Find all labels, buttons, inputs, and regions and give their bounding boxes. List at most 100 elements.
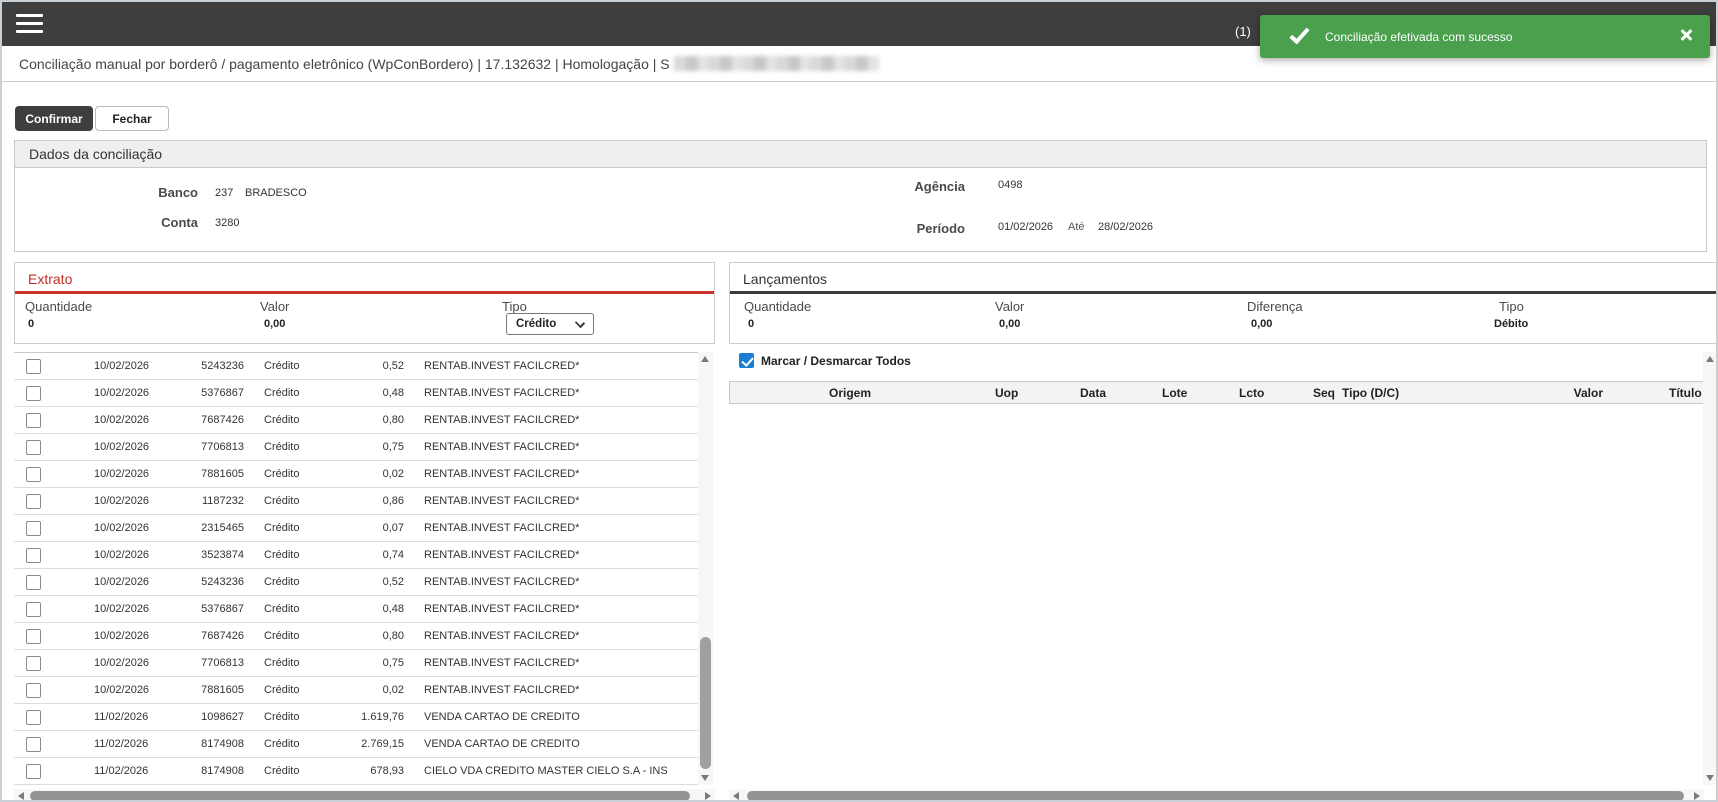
extrato-row-date: 10/02/2026: [94, 353, 179, 380]
lanc-diferenca-value: 0,00: [1251, 318, 1272, 330]
extrato-row-valor: 0,48: [339, 380, 404, 407]
extrato-row-doc: 1187232: [179, 488, 244, 515]
scroll-left-icon[interactable]: [733, 792, 739, 800]
extrato-row-check-cell: [14, 542, 94, 569]
row-checkbox[interactable]: [26, 521, 41, 536]
extrato-vscroll-thumb[interactable]: [700, 637, 711, 769]
row-checkbox[interactable]: [26, 494, 41, 509]
extrato-row-valor: 0,52: [339, 569, 404, 596]
scroll-right-icon[interactable]: [705, 792, 711, 800]
row-checkbox[interactable]: [26, 710, 41, 725]
scroll-right-icon[interactable]: [1694, 792, 1700, 800]
extrato-row-date: 10/02/2026: [94, 596, 179, 623]
col-origem: Origem: [829, 386, 871, 400]
extrato-row-tipo: Crédito: [244, 407, 339, 434]
extrato-row-tipo: Crédito: [244, 434, 339, 461]
col-seq: Seq: [1313, 386, 1335, 400]
extrato-row-tipo: Crédito: [244, 623, 339, 650]
lancamentos-horizontal-scrollbar[interactable]: [729, 789, 1704, 802]
conciliation-section-title: Dados da conciliação: [15, 141, 1706, 168]
extrato-horizontal-scrollbar[interactable]: [14, 789, 715, 802]
col-data: Data: [1080, 386, 1106, 400]
extrato-vertical-scrollbar[interactable]: [698, 352, 713, 785]
scroll-down-icon[interactable]: [701, 775, 709, 781]
extrato-row-tipo: Crédito: [244, 542, 339, 569]
extrato-row-check-cell: [14, 461, 94, 488]
extrato-row-date: 11/02/2026: [94, 704, 179, 731]
extrato-row-desc: VENDA CARTAO DE CREDITO: [404, 704, 698, 731]
extrato-row-doc: 7881605: [179, 461, 244, 488]
extrato-row[interactable]: 10/02/2026 7881605 Crédito 0,02 RENTAB.I…: [14, 461, 698, 488]
row-checkbox[interactable]: [26, 629, 41, 644]
extrato-row[interactable]: 10/02/2026 5243236 Crédito 0,52 RENTAB.I…: [14, 569, 698, 596]
close-icon[interactable]: [1678, 27, 1694, 43]
extrato-row-date: 10/02/2026: [94, 434, 179, 461]
hamburger-menu-icon[interactable]: [16, 14, 43, 38]
row-checkbox[interactable]: [26, 359, 41, 374]
extrato-row-check-cell: [14, 515, 94, 542]
scroll-up-icon[interactable]: [701, 356, 709, 362]
extrato-row-desc: CIELO VDA CREDITO MASTER CIELO S.A - INS: [404, 758, 698, 785]
lanc-diferenca-label: Diferença: [1247, 299, 1303, 314]
extrato-row-check-cell: [14, 434, 94, 461]
extrato-row-desc: RENTAB.INVEST FACILCRED*: [404, 353, 698, 380]
banco-code: 237: [215, 187, 233, 199]
extrato-row-valor: 0,75: [339, 434, 404, 461]
extrato-row[interactable]: 11/02/2026 8174908 Crédito 2.769,15 VEND…: [14, 731, 698, 758]
extrato-hscroll-thumb[interactable]: [30, 791, 690, 801]
row-checkbox[interactable]: [26, 602, 41, 617]
row-checkbox[interactable]: [26, 386, 41, 401]
row-checkbox[interactable]: [26, 467, 41, 482]
lancamentos-hscroll-thumb[interactable]: [747, 791, 1684, 801]
extrato-row-check-cell: [14, 704, 94, 731]
row-checkbox[interactable]: [26, 656, 41, 671]
extrato-row-check-cell: [14, 650, 94, 677]
extrato-row[interactable]: 10/02/2026 7706813 Crédito 0,75 RENTAB.I…: [14, 434, 698, 461]
lanc-quantidade-label: Quantidade: [744, 299, 811, 314]
extrato-row[interactable]: 10/02/2026 7706813 Crédito 0,75 RENTAB.I…: [14, 650, 698, 677]
row-checkbox[interactable]: [26, 575, 41, 590]
extrato-row[interactable]: 10/02/2026 1187232 Crédito 0,86 RENTAB.I…: [14, 488, 698, 515]
extrato-row[interactable]: 10/02/2026 5243236 Crédito 0,52 RENTAB.I…: [14, 353, 698, 380]
tipo-select[interactable]: Crédito: [506, 313, 594, 335]
extrato-row-doc: 3523874: [179, 542, 244, 569]
extrato-valor-value: 0,00: [264, 318, 285, 330]
row-checkbox[interactable]: [26, 737, 41, 752]
confirm-button[interactable]: Confirmar: [15, 106, 93, 131]
row-checkbox[interactable]: [26, 413, 41, 428]
row-checkbox[interactable]: [26, 764, 41, 779]
extrato-row-desc: RENTAB.INVEST FACILCRED*: [404, 488, 698, 515]
conciliation-data-panel: Dados da conciliação Banco 237 BRADESCO …: [14, 140, 1707, 252]
conta-value: 3280: [215, 217, 239, 229]
banco-label: Banco: [103, 185, 198, 200]
col-titulo: Título: [1669, 386, 1702, 400]
extrato-row[interactable]: 10/02/2026 7881605 Crédito 0,02 RENTAB.I…: [14, 677, 698, 704]
lancamentos-vertical-scrollbar[interactable]: [1703, 352, 1718, 785]
app-window: (1) Conciliação efetivada com sucesso Co…: [0, 0, 1718, 802]
extrato-row[interactable]: 10/02/2026 5376867 Crédito 0,48 RENTAB.I…: [14, 380, 698, 407]
extrato-row-doc: 7706813: [179, 434, 244, 461]
extrato-row[interactable]: 10/02/2026 7687426 Crédito 0,80 RENTAB.I…: [14, 407, 698, 434]
extrato-row-valor: 0,75: [339, 650, 404, 677]
extrato-row[interactable]: 10/02/2026 2315465 Crédito 0,07 RENTAB.I…: [14, 515, 698, 542]
extrato-row-doc: 8174908: [179, 731, 244, 758]
extrato-table: 10/02/2026 5243236 Crédito 0,52 RENTAB.I…: [14, 352, 698, 785]
chevron-down-icon: [575, 318, 585, 328]
extrato-row[interactable]: 10/02/2026 5376867 Crédito 0,48 RENTAB.I…: [14, 596, 698, 623]
scroll-down-icon[interactable]: [1706, 775, 1714, 781]
extrato-row-tipo: Crédito: [244, 461, 339, 488]
extrato-row[interactable]: 11/02/2026 1098627 Crédito 1.619,76 VEND…: [14, 704, 698, 731]
row-checkbox[interactable]: [26, 683, 41, 698]
scroll-up-icon[interactable]: [1706, 356, 1714, 362]
row-checkbox[interactable]: [26, 440, 41, 455]
extrato-row[interactable]: 10/02/2026 7687426 Crédito 0,80 RENTAB.I…: [14, 623, 698, 650]
extrato-row-doc: 1098627: [179, 704, 244, 731]
extrato-row-check-cell: [14, 488, 94, 515]
close-button[interactable]: Fechar: [95, 106, 169, 131]
row-checkbox[interactable]: [26, 548, 41, 563]
scroll-left-icon[interactable]: [18, 792, 24, 800]
extrato-row[interactable]: 10/02/2026 3523874 Crédito 0,74 RENTAB.I…: [14, 542, 698, 569]
extrato-row[interactable]: 11/02/2026 8174908 Crédito 678,93 CIELO …: [14, 758, 698, 785]
select-all-row: Marcar / Desmarcar Todos: [739, 353, 911, 368]
select-all-checkbox[interactable]: [739, 353, 754, 368]
